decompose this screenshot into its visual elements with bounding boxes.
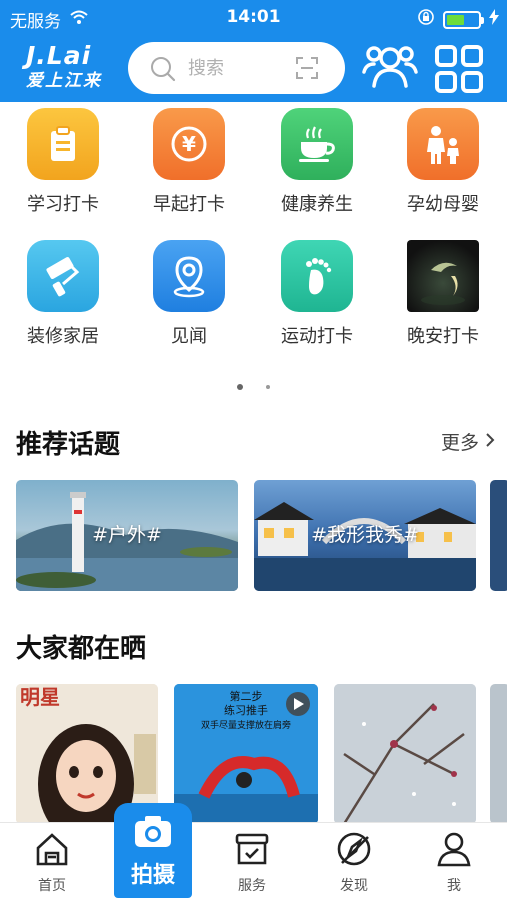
clipboard-icon	[27, 108, 99, 180]
photo-caption: 明星	[20, 685, 60, 709]
tea-cup-icon	[281, 108, 353, 180]
photo-card-snow[interactable]	[334, 684, 476, 824]
topic-card-show[interactable]: #我形我秀#	[254, 480, 476, 591]
rotation-lock-icon	[417, 8, 435, 31]
category-label: 见闻	[171, 326, 207, 347]
category-goodnight[interactable]: 晚安打卡	[388, 240, 498, 348]
tab-home[interactable]: 首页	[12, 831, 92, 895]
yen-coin-icon: ¥	[153, 108, 225, 180]
tab-me[interactable]: 我	[414, 831, 494, 895]
yoga-video-icon: 第二步 练习推手 双手尽量支撑放在肩旁	[174, 684, 318, 824]
category-label: 装修家居	[27, 326, 99, 347]
page-dot-active	[236, 383, 243, 390]
topic-label: #我形我秀#	[311, 524, 419, 546]
service-box-icon	[234, 833, 270, 871]
status-bar: 无服务 14:01	[0, 0, 507, 36]
tab-label: 我	[447, 878, 461, 894]
parent-child-icon	[407, 108, 479, 180]
category-label: 健康养生	[281, 194, 353, 215]
battery-icon	[443, 10, 484, 29]
paint-roller-icon	[27, 240, 99, 312]
person-icon	[436, 832, 472, 871]
moon-night-icon	[407, 240, 479, 312]
scan-icon[interactable]	[295, 56, 319, 84]
photo-caption-line3: 双手尽量支撑放在肩旁	[201, 719, 291, 731]
category-decoration[interactable]: 装修家居	[8, 240, 118, 348]
svg-text:¥: ¥	[182, 132, 196, 156]
page-dot	[266, 384, 271, 389]
search-box[interactable]	[128, 42, 345, 94]
tab-bar: 首页 拍摄 服务 发现 我	[0, 803, 507, 900]
topic-label: #户外#	[92, 524, 162, 546]
page-indicator	[0, 376, 507, 395]
photo-card-yoga[interactable]: 第二步 练习推手 双手尽量支撑放在肩旁	[174, 684, 318, 824]
sharing-title: 大家都在晒	[16, 634, 147, 664]
topic-card-partial[interactable]	[490, 480, 507, 591]
category-label: 学习打卡	[27, 194, 99, 215]
category-news[interactable]: 见闻	[134, 240, 244, 348]
search-icon	[150, 56, 176, 86]
snow-branch-icon	[334, 684, 476, 824]
tab-service[interactable]: 服务	[212, 831, 292, 895]
footprint-icon	[281, 240, 353, 312]
category-health[interactable]: 健康养生	[262, 108, 372, 216]
app-logo[interactable]: J.Lai 爱上江来	[26, 42, 118, 96]
home-icon	[34, 833, 70, 871]
tab-camera-label: 拍摄	[130, 863, 175, 888]
logo-wordmark: J.Lai	[26, 41, 92, 70]
apps-grid-icon[interactable]	[434, 44, 484, 98]
location-pin-icon	[153, 240, 225, 312]
app-header: J.Lai 爱上江来	[0, 36, 507, 102]
category-study[interactable]: 学习打卡	[8, 108, 118, 216]
tab-label: 首页	[38, 878, 66, 894]
more-link[interactable]: 更多	[441, 428, 495, 455]
charging-icon	[489, 9, 499, 30]
search-input[interactable]	[188, 52, 288, 84]
compass-icon	[336, 832, 372, 871]
more-label: 更多	[440, 432, 479, 454]
tab-label: 发现	[340, 878, 368, 894]
tab-label: 服务	[238, 878, 266, 894]
logo-subtitle: 爱上江来	[26, 71, 102, 91]
status-right	[417, 8, 499, 31]
category-label: 早起打卡	[153, 194, 225, 215]
category-label: 运动打卡	[281, 326, 353, 347]
photo-caption-line1: 第二步	[230, 689, 263, 703]
category-early-rise[interactable]: ¥ 早起打卡	[134, 108, 244, 216]
recommended-title: 推荐话题	[16, 430, 121, 460]
chevron-right-icon	[485, 431, 495, 453]
category-label: 晚安打卡	[407, 326, 479, 347]
category-sports[interactable]: 运动打卡	[262, 240, 372, 348]
tab-camera[interactable]: 拍摄	[114, 803, 192, 898]
friends-icon[interactable]	[362, 40, 418, 100]
category-label: 孕幼母婴	[407, 194, 479, 215]
photo-card-partial[interactable]	[490, 684, 507, 824]
topic-card-outdoor[interactable]: #户外#	[16, 480, 238, 591]
photo-caption-line2: 练习推手	[224, 703, 268, 717]
tab-discover[interactable]: 发现	[314, 831, 394, 895]
category-maternity[interactable]: 孕幼母婴	[388, 108, 498, 216]
camera-icon	[133, 816, 173, 853]
